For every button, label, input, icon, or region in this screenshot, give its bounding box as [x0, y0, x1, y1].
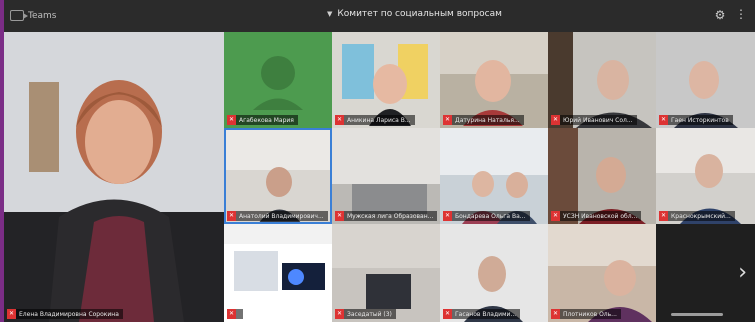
participant-label: ✕ Мужская лига Образован...	[335, 211, 437, 221]
participant-video-frame	[656, 128, 755, 224]
page-scrollbar[interactable]	[671, 313, 723, 316]
participant-label: ✕ Юрий Иванович Сол...	[551, 115, 637, 125]
participant-tile[interactable]: ✕ Плотников Оль...	[548, 224, 656, 322]
title-bar: Teams ▼ Комитет по социальным вопросам ⚙…	[4, 0, 755, 32]
mic-off-icon: ✕	[227, 211, 236, 221]
participant-label: ✕ Елена Владимировна Сорокина	[7, 309, 123, 319]
participant-tile[interactable]: ✕ Заседатый (3)	[332, 224, 440, 322]
participant-tile[interactable]: ✕ Анатолий Владимирович...	[224, 128, 332, 224]
app-brand: Teams	[10, 10, 56, 21]
participant-video-frame	[548, 32, 652, 128]
participant-label: ✕ Датурина Наталья...	[443, 115, 524, 125]
participant-label: ✕ Плотников Оль...	[551, 309, 621, 319]
participant-video-frame	[440, 128, 548, 224]
mic-off-icon: ✕	[551, 115, 560, 125]
participant-label: ✕ Краснокрымский...	[659, 211, 735, 221]
mic-off-icon: ✕	[335, 309, 344, 319]
main-video-scene	[4, 32, 224, 322]
participant-tile[interactable]: ✕ Мужская лига Образован...	[332, 128, 440, 224]
main-participant-video[interactable]: ✕ Елена Владимировна Сорокина	[4, 32, 224, 322]
participant-label: ✕ Гаен Исторкинтов	[659, 115, 733, 125]
app-name: Teams	[28, 10, 57, 21]
mic-off-icon: ✕	[7, 309, 16, 319]
screen-share-preview	[224, 244, 332, 322]
mic-off-icon: ✕	[659, 211, 668, 221]
participant-video-frame	[674, 61, 738, 128]
participant-tile[interactable]: ✕ Краснокрымский...	[656, 128, 755, 224]
participant-label: ✕ УСЗН Ивановской обл...	[551, 211, 642, 221]
participant-video-frame	[342, 44, 428, 126]
mic-off-icon: ✕	[443, 211, 452, 221]
mic-off-icon: ✕	[227, 115, 236, 125]
mic-off-icon: ✕	[335, 211, 344, 221]
participant-tile[interactable]: ✕ Датурина Наталья...	[440, 32, 548, 128]
mic-off-icon: ✕	[551, 211, 560, 221]
participant-label: ✕ Бондарева Ольга Ва...	[443, 211, 530, 221]
participant-tile[interactable]: ✕ Бондарева Ольга Ва...	[440, 128, 548, 224]
participant-label: ✕	[227, 309, 243, 319]
teams-logo-icon	[10, 10, 28, 21]
participant-tile[interactable]: ✕ Агабекова Мария	[224, 32, 332, 128]
participant-video-frame	[548, 224, 656, 322]
more-icon[interactable]: ⋮	[735, 7, 747, 21]
participant-video-frame	[224, 128, 332, 224]
participant-label: ✕ Гасанов Владими...	[443, 309, 521, 319]
mic-off-icon: ✕	[551, 309, 560, 319]
participant-tile[interactable]: ✕	[224, 224, 332, 322]
mic-off-icon: ✕	[443, 115, 452, 125]
avatar-icon	[253, 56, 303, 110]
participant-label: ✕ Анатолий Владимирович...	[227, 211, 328, 221]
participant-video-frame	[440, 224, 548, 322]
mic-off-icon: ✕	[443, 309, 452, 319]
participant-tile[interactable]: ✕ Аникина Лариса В...	[332, 32, 440, 128]
chevron-down-icon: ▼	[327, 10, 333, 18]
participant-video-frame	[332, 224, 440, 309]
mic-off-icon: ✕	[227, 309, 236, 319]
participant-video-frame	[548, 128, 646, 224]
meeting-title: Комитет по социальным вопросам	[337, 9, 502, 19]
participant-video-frame	[332, 128, 440, 214]
mic-off-icon: ✕	[335, 115, 344, 125]
participant-tile[interactable]: ✕ Юрий Иванович Сол...	[548, 32, 656, 128]
participant-tile[interactable]: ✕ Гасанов Владими...	[440, 224, 548, 322]
chevron-right-icon[interactable]: ›	[738, 262, 747, 284]
mic-off-icon: ✕	[659, 115, 668, 125]
participant-tile[interactable]: ✕ Гаен Исторкинтов	[656, 32, 755, 128]
teams-meeting-window: Teams ▼ Комитет по социальным вопросам ⚙…	[4, 0, 755, 322]
gear-icon[interactable]: ⚙	[713, 8, 727, 22]
participant-tile[interactable]: ✕ УСЗН Ивановской обл...	[548, 128, 656, 224]
participant-label: ✕ Агабекова Мария	[227, 115, 298, 125]
participant-video-frame	[440, 32, 548, 126]
participant-label: ✕ Заседатый (3)	[335, 309, 396, 319]
meeting-title-dropdown[interactable]: ▼ Комитет по социальным вопросам	[327, 9, 502, 19]
participant-label: ✕ Аникина Лариса В...	[335, 115, 415, 125]
